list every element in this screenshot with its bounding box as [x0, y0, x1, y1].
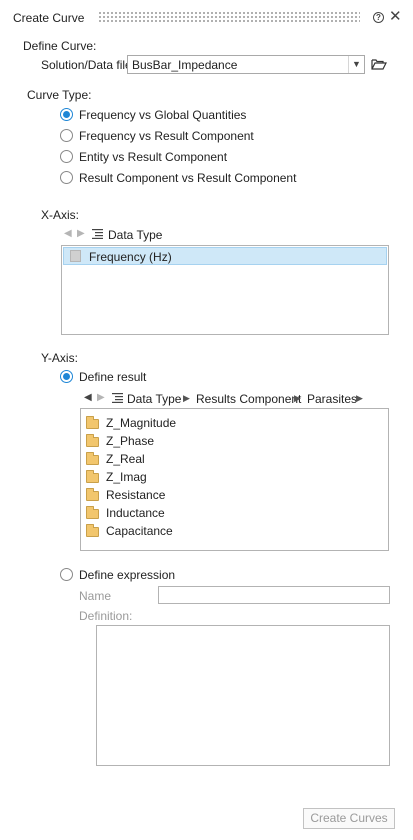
folder-icon: [86, 488, 99, 501]
radio-entity-result[interactable]: [60, 150, 73, 163]
open-folder-icon[interactable]: [371, 57, 387, 71]
radio-label: Entity vs Result Component: [79, 150, 228, 164]
create-curves-button[interactable]: Create Curves: [303, 808, 395, 829]
solution-label: Solution/Data file: [41, 58, 132, 72]
radio-label: Frequency vs Global Quantities: [79, 108, 247, 122]
list-item[interactable]: Frequency (Hz): [63, 247, 387, 265]
x-axis-heading: X-Axis:: [41, 208, 80, 222]
y-axis-heading: Y-Axis:: [41, 351, 78, 365]
folder-icon: [86, 452, 99, 465]
help-icon[interactable]: ?: [373, 12, 384, 23]
folder-icon: [86, 524, 99, 537]
document-icon: [70, 250, 81, 262]
x-axis-data-type[interactable]: Data Type: [108, 228, 162, 242]
define-curve-heading: Define Curve:: [23, 39, 97, 53]
forward-arrow-icon[interactable]: ▶: [77, 228, 85, 239]
drag-grip[interactable]: [98, 11, 360, 23]
x-axis-list[interactable]: Frequency (Hz): [61, 245, 389, 335]
radio-label: Result Component vs Result Component: [79, 171, 297, 185]
list-item-label: Z_Magnitude: [106, 416, 177, 430]
folder-icon: [86, 434, 99, 447]
chevron-down-icon[interactable]: ▼: [348, 56, 364, 73]
curve-type-heading: Curve Type:: [27, 88, 92, 102]
list-item-label: Z_Real: [106, 452, 145, 466]
breadcrumb-data-type[interactable]: Data Type: [127, 392, 181, 406]
folder-icon: [86, 506, 99, 519]
list-icon[interactable]: [92, 229, 103, 239]
radio-frequency-result[interactable]: [60, 129, 73, 142]
list-icon[interactable]: [112, 393, 123, 403]
folder-icon: [86, 470, 99, 483]
results-list[interactable]: Z_Magnitude Z_Phase Z_Real Z_Imag Resist…: [80, 408, 389, 551]
title-bar: Create Curve ? ✕: [0, 0, 413, 34]
forward-arrow-icon[interactable]: ▶: [97, 392, 105, 403]
list-item-label: Z_Imag: [106, 470, 147, 484]
list-item-label: Z_Phase: [106, 434, 155, 448]
folder-icon: [86, 416, 99, 429]
back-arrow-icon[interactable]: ◀: [64, 228, 72, 239]
list-item[interactable]: Resistance: [86, 487, 376, 503]
list-item[interactable]: Z_Magnitude: [86, 415, 376, 431]
list-item[interactable]: Inductance: [86, 505, 376, 521]
definition-textarea[interactable]: [96, 625, 390, 766]
close-icon[interactable]: ✕: [389, 9, 402, 24]
radio-result-result[interactable]: [60, 171, 73, 184]
list-item-label: Resistance: [106, 488, 166, 502]
chevron-right-icon: ▶: [183, 393, 190, 403]
breadcrumb-parasites[interactable]: Parasites: [307, 392, 357, 406]
list-item[interactable]: Capacitance: [86, 523, 376, 539]
radio-label: Frequency vs Result Component: [79, 129, 254, 143]
solution-value: BusBar_Impedance: [132, 58, 238, 72]
panel-title: Create Curve: [13, 11, 85, 25]
name-label: Name: [79, 589, 112, 603]
radio-label: Define expression: [79, 568, 176, 582]
back-arrow-icon[interactable]: ◀: [84, 392, 92, 403]
radio-define-result[interactable]: [60, 370, 73, 383]
radio-label: Define result: [79, 370, 147, 384]
list-item-label: Capacitance: [106, 524, 173, 538]
list-item-label: Inductance: [106, 506, 165, 520]
definition-label: Definition:: [79, 609, 133, 623]
solution-select[interactable]: BusBar_Impedance ▼: [127, 55, 365, 74]
list-item[interactable]: Z_Imag: [86, 469, 376, 485]
list-item[interactable]: Z_Phase: [86, 433, 376, 449]
radio-define-expression[interactable]: [60, 568, 73, 581]
chevron-right-icon[interactable]: ▶: [356, 393, 363, 404]
name-input[interactable]: [158, 586, 390, 604]
breadcrumb-results-component[interactable]: Results Component: [196, 392, 301, 406]
list-item[interactable]: Z_Real: [86, 451, 376, 467]
radio-frequency-global[interactable]: [60, 108, 73, 121]
list-item-label: Frequency (Hz): [89, 250, 172, 264]
chevron-right-icon: ▶: [294, 393, 301, 403]
